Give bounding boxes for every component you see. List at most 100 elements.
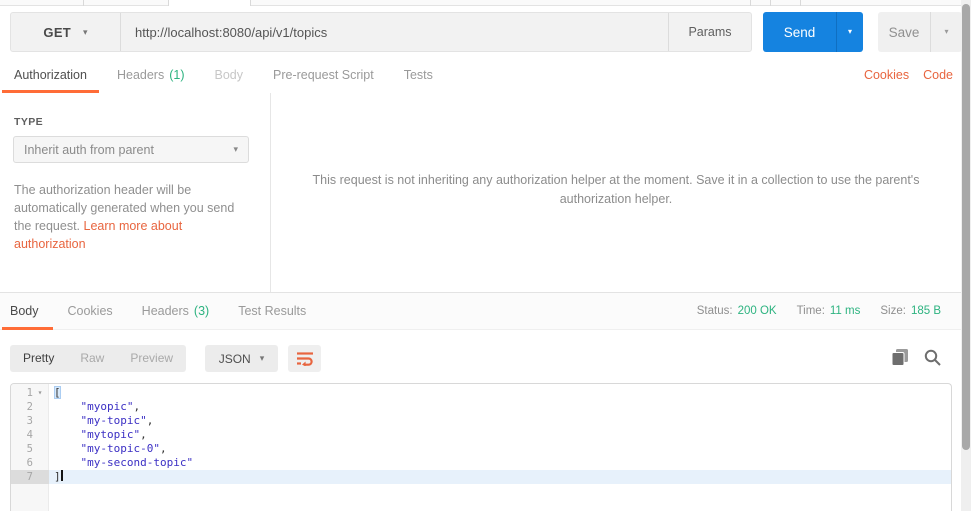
fold-chevron-down-icon[interactable]: ▾ (33, 386, 47, 400)
line-number: 1 (26, 387, 33, 399)
tab-label: Headers (116, 67, 165, 82)
auth-helper-message: This request is not inheriting any autho… (312, 173, 920, 206)
tab-divider (770, 0, 771, 6)
response-actions (891, 349, 941, 366)
auth-type-value: Inherit auth from parent (24, 142, 154, 157)
format-dropdown[interactable]: JSON ▾ (205, 345, 278, 372)
tab-headers[interactable]: Headers (1) (117, 56, 185, 93)
scrollbar-track[interactable] (961, 0, 971, 511)
size-value: 185 B (910, 305, 941, 317)
response-tab-test-results[interactable]: Test Results (238, 293, 306, 329)
view-mode-pretty[interactable]: Pretty (10, 345, 67, 372)
response-body-editor[interactable]: 1 ▾ [ 2 "myopic", 3 "my-topic", 4 "mytopi… (10, 383, 952, 511)
chevron-down-icon: ▾ (83, 26, 88, 37)
tab-label: Test Results (238, 304, 307, 318)
params-button[interactable]: Params (668, 13, 751, 51)
auth-type-label: TYPE (14, 116, 44, 128)
response-meta: Status: 200 OK Time: 11 ms Size: 185 B (697, 293, 941, 329)
method-dropdown[interactable]: GET ▾ (11, 13, 121, 51)
tab-divider (168, 0, 169, 6)
tab-tests[interactable]: Tests (404, 56, 433, 93)
code-line: 2 "myopic", (11, 400, 951, 414)
url-input[interactable] (135, 13, 663, 51)
headers-count-badge: (1) (169, 67, 185, 82)
code-line: 4 "mytopic", (11, 428, 951, 442)
tab-divider (800, 0, 801, 6)
code-line-active: 7 ] (11, 470, 951, 484)
search-icon[interactable] (924, 349, 941, 366)
send-button[interactable]: Send ▾ (763, 12, 863, 52)
corner-links: Cookies Code (864, 56, 953, 93)
tab-label: Body (10, 304, 39, 318)
tab-body[interactable]: Body (215, 56, 244, 93)
tab-pre-request-script[interactable]: Pre-request Script (273, 56, 374, 93)
view-mode-raw[interactable]: Raw (67, 345, 117, 372)
tab-label: Authorization (14, 67, 87, 82)
code-link[interactable]: Code (923, 68, 953, 82)
json-lines: 1 ▾ [ 2 "myopic", 3 "my-topic", 4 "mytopi… (11, 386, 951, 484)
save-button[interactable]: Save ▾ (878, 12, 962, 52)
request-tab-bar: Authorization Headers (1) Body Pre-reque… (0, 56, 971, 93)
line-number: 5 (26, 443, 33, 455)
tab-label: Tests (403, 67, 433, 82)
response-tab-headers[interactable]: Headers (3) (142, 293, 210, 329)
open-bracket: [ (54, 386, 61, 399)
response-toolbar: Pretty Raw Preview JSON ▾ (0, 330, 971, 383)
auth-type-select[interactable]: Inherit auth from parent ▾ (13, 136, 249, 163)
tab-divider (83, 0, 84, 6)
format-value: JSON (218, 351, 251, 366)
time-label: Time: (796, 305, 825, 317)
json-string: "my-topic-0" (80, 442, 160, 455)
wrap-text-icon (296, 351, 314, 366)
response-tab-cookies[interactable]: Cookies (68, 293, 113, 329)
size-label: Size: (880, 305, 906, 317)
code-line: 5 "my-topic-0", (11, 442, 951, 456)
code-line: 6 "my-second-topic" (11, 456, 951, 470)
chevron-down-icon: ▾ (259, 353, 265, 363)
code-line: 3 "my-topic", (11, 414, 951, 428)
tab-label: Cookies (67, 304, 113, 318)
save-options-dropdown[interactable]: ▾ (931, 12, 962, 52)
line-number: 3 (26, 415, 33, 427)
status-value: 200 OK (737, 305, 777, 317)
tab-divider (250, 0, 251, 6)
scrollbar-thumb[interactable] (962, 4, 970, 450)
pane-divider (270, 93, 271, 292)
request-tabstrip-remnant (0, 0, 971, 7)
line-number: 4 (26, 429, 33, 441)
time-value: 11 ms (829, 305, 861, 317)
copy-icon[interactable] (891, 349, 909, 366)
line-number: 2 (26, 401, 33, 413)
method-label: GET (43, 24, 72, 40)
response-tab-bar: Body Cookies Headers (3) Test Results St… (0, 293, 971, 330)
tab-authorization[interactable]: Authorization (2, 56, 99, 93)
view-mode-preview[interactable]: Preview (117, 345, 186, 372)
params-label: Params (688, 25, 732, 39)
tab-divider (750, 0, 751, 6)
code-line: 1 ▾ [ (11, 386, 951, 400)
url-bar: GET ▾ Params (10, 12, 752, 52)
json-string: "mytopic" (80, 428, 141, 441)
json-string: "myopic" (80, 400, 134, 413)
json-string: "my-topic" (80, 414, 147, 427)
cookies-link[interactable]: Cookies (864, 68, 909, 82)
wrap-text-button[interactable] (288, 345, 321, 372)
response-tab-body[interactable]: Body (2, 293, 52, 330)
auth-help-text: The authorization header will be automat… (14, 181, 248, 253)
response-headers-count-badge: (3) (193, 304, 210, 318)
send-options-dropdown[interactable]: ▾ (837, 12, 863, 52)
time-badge: Time: 11 ms (797, 305, 861, 317)
status-label: Status: (696, 305, 733, 317)
tab-label: Body (214, 67, 244, 82)
status-badge: Status: 200 OK (697, 305, 777, 317)
tab-label: Pre-request Script (273, 67, 374, 82)
json-string: "my-second-topic" (80, 456, 194, 469)
save-label: Save (888, 24, 920, 40)
view-mode-switch: Pretty Raw Preview (10, 345, 187, 372)
size-badge: Size: 185 B (880, 305, 941, 317)
active-tab-gap (168, 0, 250, 7)
postman-request-view: GET ▾ Params Send ▾ Save ▾ Authorization… (0, 0, 971, 511)
chevron-down-icon: ▾ (944, 27, 949, 36)
chevron-down-icon: ▾ (847, 27, 852, 36)
line-number: 6 (26, 457, 33, 469)
